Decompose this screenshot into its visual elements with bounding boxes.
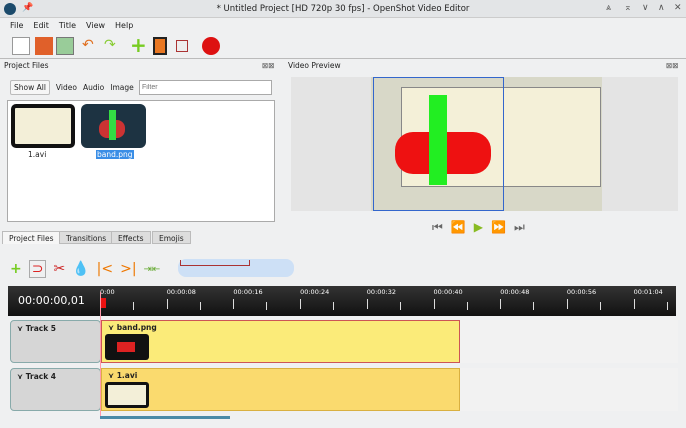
ruler-tick-label: 00:00:40	[433, 288, 463, 296]
ruler-tick	[133, 302, 134, 310]
new-project-icon[interactable]	[12, 37, 30, 55]
track-5: ⋎ Track 5 ⋎ band.png	[10, 320, 678, 363]
zoom-slider[interactable]	[178, 259, 294, 277]
export-video-icon[interactable]	[202, 37, 220, 55]
filter-input[interactable]	[139, 80, 272, 95]
ruler-tick-label: 00:00:16	[233, 288, 263, 296]
center-playhead-icon[interactable]: ⇥⇤	[144, 264, 161, 275]
jump-start-icon[interactable]: ⏮	[432, 220, 443, 235]
filter-image[interactable]: Image	[110, 83, 134, 92]
snapping-icon[interactable]: ⊃	[28, 260, 47, 278]
shade-button[interactable]: ⌅	[624, 3, 632, 13]
ruler-tick	[233, 299, 235, 309]
razor-icon[interactable]: ✂	[53, 261, 65, 277]
file-name[interactable]: 1.avi	[28, 150, 46, 159]
ruler-tick	[266, 302, 268, 310]
ruler-tick-label: 00:00:24	[300, 288, 330, 296]
track-header[interactable]: ⋎ Track 5	[10, 320, 101, 363]
tab-effects[interactable]: Effects	[111, 231, 151, 244]
timecode: 00:00:00,01	[18, 294, 85, 307]
file-thumbnail-bandpng[interactable]	[81, 104, 146, 148]
ruler-tick-label: 0:00	[100, 288, 115, 296]
tab-project-files[interactable]: Project Files	[2, 231, 61, 244]
file-thumbnail-1avi[interactable]	[11, 104, 75, 148]
track-4: ⋎ Track 4 ⋎ 1.avi	[10, 368, 678, 411]
menu-bar: File Edit Title View Help	[0, 18, 686, 32]
video-preview-title: Video Preview	[288, 61, 341, 70]
ruler-tick-label: 00:01:04	[633, 288, 663, 296]
fast-forward-icon[interactable]: ⏩	[491, 220, 506, 235]
play-icon[interactable]: ▶	[474, 220, 483, 235]
ruler-tick	[633, 299, 635, 309]
ruler-tick	[166, 299, 168, 309]
profile-icon[interactable]	[153, 37, 167, 55]
maximize-button[interactable]: ∧	[658, 3, 665, 13]
file-name-selected[interactable]: band.png	[96, 150, 134, 159]
minimize-button[interactable]: ∨	[642, 3, 649, 13]
title-bar: 📌 * Untitled Project [HD 720p 30 fps] - …	[0, 0, 686, 18]
track-header[interactable]: ⋎ Track 4	[10, 368, 101, 411]
menu-title[interactable]: Title	[59, 21, 76, 30]
project-files-title: Project Files	[4, 61, 49, 70]
video-preview[interactable]	[291, 77, 678, 211]
ruler-tick-label: 00:00:56	[566, 288, 597, 296]
filter-show-all[interactable]: Show All	[10, 80, 50, 95]
ruler-tick	[333, 302, 335, 310]
rewind-icon[interactable]: ⏪	[451, 220, 466, 235]
dock-buttons-preview[interactable]: ⊠⊠	[666, 61, 679, 70]
menu-help[interactable]: Help	[115, 21, 133, 30]
tab-transitions[interactable]: Transitions	[59, 231, 114, 244]
main-toolbar: ↶ ↷ +	[0, 33, 686, 59]
video-frame	[371, 77, 602, 211]
timeline-ruler[interactable]: 00:00:00,01 0:00 00:00:08 00:00:16 00:00:24…	[8, 286, 676, 316]
save-project-icon[interactable]	[56, 37, 74, 55]
filter-audio[interactable]: Audio	[83, 83, 104, 92]
clip-band-png[interactable]: ⋎ band.png	[101, 320, 460, 363]
ruler-tick	[399, 302, 401, 310]
ruler-tick	[199, 302, 201, 310]
clip-1-avi[interactable]: ⋎ 1.avi	[101, 368, 460, 411]
add-marker-icon[interactable]: 💧	[72, 261, 89, 277]
ruler-tick-label: 00:00:32	[366, 288, 396, 296]
next-marker-icon[interactable]: >|	[120, 261, 136, 277]
ruler-tick	[466, 302, 468, 310]
ruler-tick	[300, 299, 302, 309]
ruler-tick	[500, 299, 502, 309]
menu-edit[interactable]: Edit	[33, 21, 49, 30]
ruler-tick	[533, 302, 535, 310]
close-button[interactable]: ✕	[674, 3, 682, 13]
import-files-icon[interactable]: +	[130, 35, 148, 55]
filter-video[interactable]: Video	[56, 83, 77, 92]
menu-view[interactable]: View	[86, 21, 105, 30]
timeline-scrollbar[interactable]	[100, 416, 230, 419]
dock-buttons[interactable]: ⊠⊠	[262, 61, 275, 70]
keep-above-button[interactable]: ⩓	[606, 3, 611, 13]
window-title: * Untitled Project [HD 720p 30 fps] - Op…	[216, 4, 470, 14]
ruler-tick-label: 00:00:08	[166, 288, 196, 296]
tab-emojis[interactable]: Emojis	[152, 231, 191, 244]
ruler-tick	[666, 302, 668, 310]
ruler-tick	[366, 299, 368, 309]
ruler-tick-label: 00:00:48	[500, 288, 530, 296]
jump-end-icon[interactable]: ⏭	[514, 220, 525, 235]
ruler-tick	[433, 299, 435, 309]
undo-icon[interactable]: ↶	[82, 37, 100, 55]
previous-marker-icon[interactable]: |<	[97, 261, 113, 277]
playhead-line	[100, 292, 101, 416]
menu-file[interactable]: File	[10, 21, 23, 30]
open-project-icon[interactable]	[35, 37, 53, 55]
add-track-icon[interactable]: +	[10, 261, 22, 277]
fullscreen-icon[interactable]	[176, 40, 188, 52]
project-files-list: 1.avi band.png	[7, 100, 275, 222]
redo-icon[interactable]: ↷	[104, 37, 122, 55]
ruler-tick	[599, 302, 601, 310]
ruler-tick	[566, 299, 568, 309]
